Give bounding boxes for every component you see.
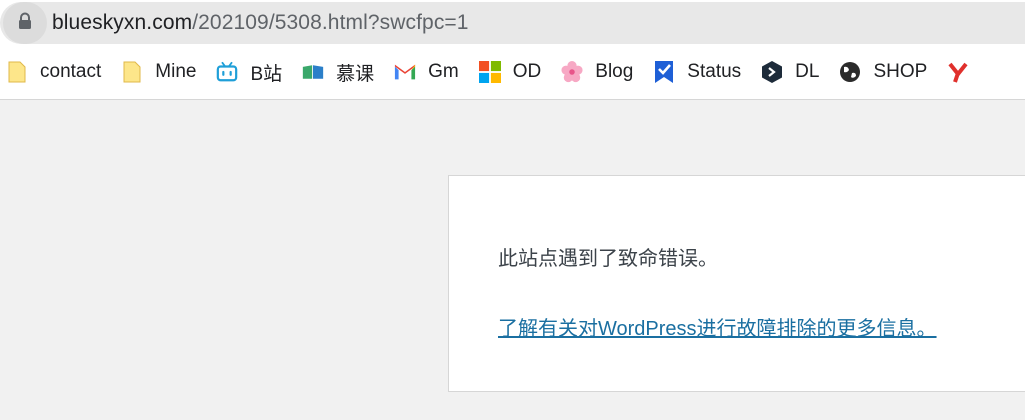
- bookmark-label: DL: [795, 61, 820, 82]
- red-y-icon: [947, 61, 969, 83]
- url-host: blueskyxn.com: [52, 11, 193, 34]
- url-path: /202109/5308.html?swcfpc=1: [192, 11, 469, 34]
- bookmark-label: SHOP: [873, 61, 928, 82]
- bookmark-label: OD: [512, 61, 542, 82]
- bookmark-label: Gm: [428, 61, 459, 82]
- bookmark-label: 慕课: [336, 63, 375, 85]
- bookmark-od[interactable]: OD: [473, 54, 550, 90]
- url-text[interactable]: blueskyxn.com/202109/5308.html?swcfpc=1: [52, 11, 469, 35]
- bookmark-label: contact: [40, 61, 102, 82]
- globe-icon: [839, 61, 861, 83]
- bookmark-label: B站: [250, 63, 283, 85]
- bookmark-shop[interactable]: SHOP: [833, 54, 935, 90]
- bookmark-contact[interactable]: contact: [0, 54, 109, 90]
- microsoft-icon: [478, 61, 501, 83]
- dl-hexagon-icon: [761, 61, 783, 83]
- bookmark-blog[interactable]: Blog: [555, 54, 641, 90]
- bookmark-gmail[interactable]: Gm: [388, 54, 467, 90]
- bookmark-overflow-partial[interactable]: [941, 54, 989, 90]
- bookmark-mooc[interactable]: 慕课: [296, 54, 382, 90]
- lock-icon: [18, 12, 32, 35]
- flower-icon: [561, 61, 583, 83]
- gmail-icon: [394, 61, 416, 83]
- error-message: 此站点遇到了致命错误。: [498, 248, 718, 270]
- site-info-button[interactable]: [3, 2, 47, 44]
- address-bar[interactable]: blueskyxn.com/202109/5308.html?swcfpc=1: [0, 2, 1025, 44]
- folder-icon: [6, 61, 28, 83]
- bookmark-status[interactable]: Status: [647, 54, 749, 90]
- bookmark-label: Blog: [595, 61, 634, 82]
- folder-icon: [121, 61, 143, 83]
- bookmark-label: Mine: [155, 61, 197, 82]
- troubleshooting-link[interactable]: 了解有关对WordPress进行故障排除的更多信息。: [498, 312, 937, 341]
- status-check-icon: [653, 61, 675, 83]
- mooc-icon: [302, 61, 324, 83]
- error-card: 此站点遇到了致命错误。 了解有关对WordPress进行故障排除的更多信息。: [448, 175, 1025, 392]
- bookmark-label: Status: [687, 61, 742, 82]
- bookmark-bilibili[interactable]: B站: [210, 54, 290, 90]
- browser-toolbar: blueskyxn.com/202109/5308.html?swcfpc=1 …: [0, 0, 1025, 100]
- bookmark-mine[interactable]: Mine: [115, 54, 204, 90]
- bookmark-dl[interactable]: DL: [755, 54, 827, 90]
- bookmarks-bar: contact Mine B站 慕课 Gm OD Blog Status DL …: [0, 52, 1025, 92]
- bilibili-icon: [216, 61, 238, 83]
